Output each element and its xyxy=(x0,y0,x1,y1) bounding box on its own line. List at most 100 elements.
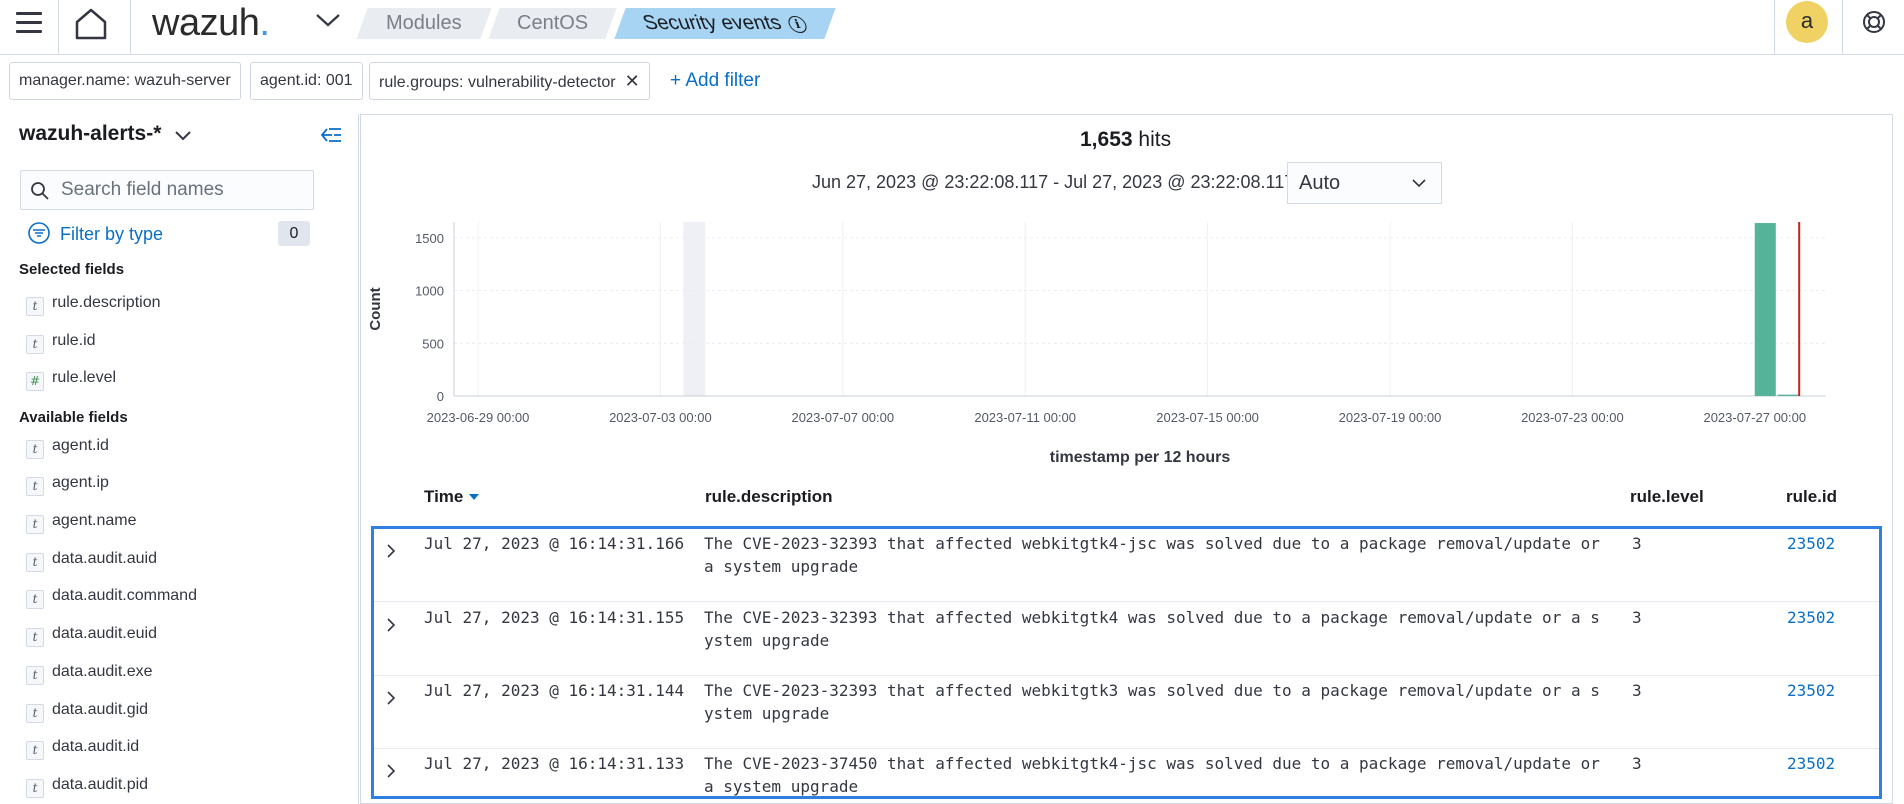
cell-description: The CVE-2023-32393 that affected webkitg… xyxy=(704,608,1600,650)
index-pattern-selector[interactable]: wazuh-alerts-* xyxy=(19,122,161,146)
cell-rule-id-link[interactable]: 23502 xyxy=(1787,606,1835,629)
cell-rule-id-link[interactable]: 23502 xyxy=(1787,532,1835,555)
filter-by-type-button[interactable]: Filter by type xyxy=(28,222,163,245)
available-field-item[interactable]: t agent.name xyxy=(26,512,137,534)
menu-icon[interactable] xyxy=(16,12,42,34)
available-field-item[interactable]: t data.audit.gid xyxy=(26,701,148,723)
breadcrumb-agent[interactable]: CentOS xyxy=(488,8,617,39)
home-icon[interactable] xyxy=(74,8,108,45)
x-axis-label: timestamp per 12 hours xyxy=(1050,449,1231,466)
table-row[interactable]: Jul 27, 2023 @ 16:14:31.155 The CVE-2023… xyxy=(374,603,1879,676)
filter-pill-manager[interactable]: manager.name: wazuh-server xyxy=(9,62,241,100)
cell-time: Jul 27, 2023 @ 16:14:31.133 xyxy=(424,754,685,773)
string-type-icon: t xyxy=(26,477,44,496)
breadcrumb-modules[interactable]: Modules xyxy=(356,8,492,39)
expand-chevron-icon[interactable] xyxy=(384,688,398,712)
cell-level: 3 xyxy=(1632,754,1642,773)
expand-chevron-icon[interactable] xyxy=(384,761,398,785)
expand-chevron-icon[interactable] xyxy=(384,615,398,639)
string-type-icon: t xyxy=(26,666,44,685)
selected-fields-title: Selected fields xyxy=(19,261,125,278)
x-tick-label: 2023-07-03 00:00 xyxy=(609,410,712,425)
histogram-chart: 0 500 1000 1500 2023-06-29 00:00 2023-07-03 0… xyxy=(367,222,1826,466)
cell-description: The CVE-2023-32393 that affected webkitg… xyxy=(704,534,1600,576)
divider xyxy=(1774,0,1775,55)
top-bar: wazuh. Modules CentOS Security events i a xyxy=(0,0,1904,55)
x-tick-label: 2023-07-07 00:00 xyxy=(791,410,894,425)
string-type-icon: t xyxy=(26,515,44,534)
available-field-item[interactable]: t data.audit.auid xyxy=(26,550,157,572)
interval-select[interactable]: Auto xyxy=(1287,162,1442,204)
x-tick-label: 2023-07-23 00:00 xyxy=(1521,410,1624,425)
available-field-item[interactable]: t agent.id xyxy=(26,437,109,459)
table-row[interactable]: Jul 27, 2023 @ 16:14:31.166 The CVE-2023… xyxy=(374,529,1879,602)
string-type-icon: t xyxy=(26,440,44,459)
cell-level: 3 xyxy=(1632,534,1642,553)
avatar[interactable]: a xyxy=(1786,1,1828,43)
number-type-icon: # xyxy=(26,372,44,391)
string-type-icon: t xyxy=(26,553,44,572)
column-header-id[interactable]: rule.id xyxy=(1786,487,1837,507)
string-type-icon: t xyxy=(26,704,44,723)
available-field-item[interactable]: t data.audit.exe xyxy=(26,663,153,685)
cell-level: 3 xyxy=(1632,681,1642,700)
sort-desc-icon[interactable] xyxy=(469,494,480,500)
collapse-sidebar-icon[interactable] xyxy=(320,127,342,148)
cell-description: The CVE-2023-37450 that affected webkitg… xyxy=(704,754,1600,796)
y-tick-label: 500 xyxy=(422,336,444,351)
chevron-down-icon xyxy=(1412,179,1426,188)
x-tick-label: 2023-06-29 00:00 xyxy=(427,410,530,425)
available-field-item[interactable]: t data.audit.id xyxy=(26,738,139,760)
cell-time: Jul 27, 2023 @ 16:14:31.155 xyxy=(424,608,685,627)
divider xyxy=(130,0,131,55)
cell-description: The CVE-2023-32393 that affected webkitg… xyxy=(704,681,1600,723)
cell-rule-id-link[interactable]: 23502 xyxy=(1787,679,1835,702)
selected-field-item[interactable]: t rule.description xyxy=(26,294,161,316)
info-icon[interactable]: i xyxy=(785,16,809,33)
selected-field-item[interactable]: t rule.id xyxy=(26,332,96,354)
hits-counter: 1,653 hits xyxy=(1080,128,1172,151)
chevron-down-icon[interactable] xyxy=(174,129,192,147)
y-axis-label: Count xyxy=(367,287,384,330)
help-icon[interactable] xyxy=(1861,9,1887,40)
y-tick-label: 1500 xyxy=(415,231,444,246)
filter-count-badge: 0 xyxy=(278,221,310,246)
filter-pill-agent[interactable]: agent.id: 001 xyxy=(250,62,363,100)
cell-time: Jul 27, 2023 @ 16:14:31.144 xyxy=(424,681,685,700)
table-row[interactable]: Jul 27, 2023 @ 16:14:31.133 The CVE-2023… xyxy=(374,749,1879,804)
string-type-icon: t xyxy=(26,335,44,354)
histogram-bar xyxy=(1754,223,1776,396)
available-field-item[interactable]: t agent.ip xyxy=(26,474,109,496)
string-type-icon: t xyxy=(26,741,44,760)
selected-field-item[interactable]: # rule.level xyxy=(26,369,116,391)
y-tick-label: 0 xyxy=(437,389,444,404)
available-field-item[interactable]: t data.audit.euid xyxy=(26,625,157,647)
available-field-item[interactable]: t data.audit.command xyxy=(26,587,197,609)
highlight-band xyxy=(683,222,706,396)
results-table-body: Jul 27, 2023 @ 16:14:31.166 The CVE-2023… xyxy=(371,526,1882,799)
cell-level: 3 xyxy=(1632,608,1642,627)
field-search xyxy=(20,170,314,210)
filter-pill-rule-groups[interactable]: rule.groups: vulnerability-detector ✕ xyxy=(369,62,650,100)
available-fields-title: Available fields xyxy=(19,409,128,426)
column-header-time[interactable]: Time xyxy=(424,487,480,507)
search-field-names-input[interactable] xyxy=(61,171,309,209)
available-field-item[interactable]: t data.audit.pid xyxy=(26,776,148,798)
cell-rule-id-link[interactable]: 23502 xyxy=(1787,752,1835,775)
sidebar-divider xyxy=(358,114,359,804)
table-row[interactable]: Jul 27, 2023 @ 16:14:31.144 The CVE-2023… xyxy=(374,676,1879,749)
column-header-description[interactable]: rule.description xyxy=(705,487,833,507)
divider xyxy=(1842,0,1843,55)
y-tick-label: 1000 xyxy=(415,284,444,299)
column-header-level[interactable]: rule.level xyxy=(1630,487,1704,507)
chevron-down-icon[interactable] xyxy=(314,10,342,35)
string-type-icon: t xyxy=(26,590,44,609)
wazuh-logo[interactable]: wazuh. xyxy=(152,2,270,45)
expand-chevron-icon[interactable] xyxy=(384,541,398,565)
add-filter-button[interactable]: + Add filter xyxy=(670,70,760,92)
x-tick-label: 2023-07-15 00:00 xyxy=(1156,410,1259,425)
close-icon[interactable]: ✕ xyxy=(625,71,640,91)
x-tick-label: 2023-07-11 00:00 xyxy=(974,410,1076,425)
x-tick-label: 2023-07-19 00:00 xyxy=(1339,410,1442,425)
divider xyxy=(58,0,59,55)
